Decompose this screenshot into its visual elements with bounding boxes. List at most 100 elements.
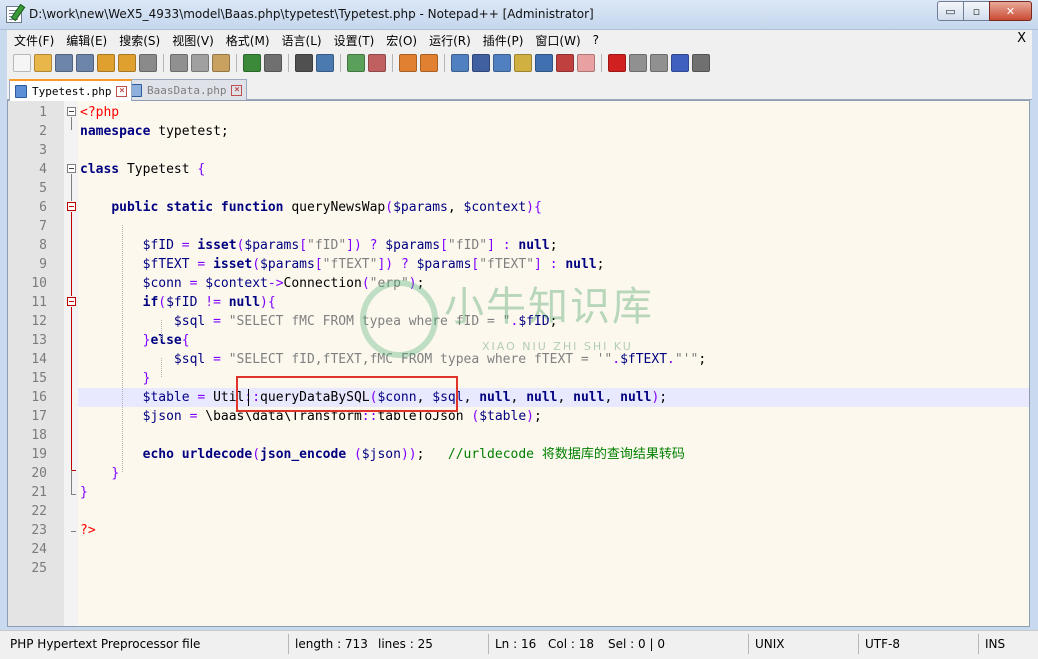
code-line[interactable]: 19 echo urldecode(json_encode ($json)); … [8,445,1029,464]
code-line[interactable]: 11 if($fID != null){ [8,293,1029,312]
play-macro-icon[interactable] [650,54,668,72]
close-document-button[interactable]: X [1017,31,1026,46]
code-text[interactable]: <?php [80,103,119,122]
redo-icon[interactable] [264,54,282,72]
document-map-icon[interactable] [535,54,553,72]
title-bar: D:\work\new\WeX5_4933\model\Baas.php\typ… [0,0,1038,30]
indent-guide-icon[interactable] [493,54,511,72]
menu-format[interactable]: 格式(M) [220,32,276,49]
minimize-button[interactable]: ▭ [937,1,963,21]
code-text[interactable]: echo urldecode(json_encode ($json)); //u… [80,445,685,464]
save-all-icon[interactable] [76,54,94,72]
fold-toggle-icon[interactable] [67,107,76,116]
fold-toggle-icon[interactable] [67,164,76,173]
save-icon[interactable] [55,54,73,72]
code-text[interactable]: $sql = "SELECT fID,fTEXT,fMC FROM typea … [80,350,706,369]
save-macro-icon[interactable] [692,54,710,72]
code-text[interactable]: $fID = isset($params["fID"]) ? $params["… [80,236,558,255]
tab-typetest[interactable]: Typetest.php × [9,79,133,101]
open-file-icon[interactable] [34,54,52,72]
toolbar [7,50,1032,76]
code-line[interactable]: 5 [8,179,1029,198]
code-line[interactable]: 10 $conn = $context->Connection("erp"); [8,274,1029,293]
menu-edit[interactable]: 编辑(E) [60,32,113,49]
menu-settings[interactable]: 设置(T) [328,32,381,49]
code-text[interactable]: public static function queryNewsWap($par… [80,198,542,217]
code-text[interactable]: ?> [80,521,96,540]
fold-line [71,174,72,201]
menu-help[interactable]: ? [587,33,605,47]
code-text[interactable]: }else{ [80,331,190,350]
code-text[interactable]: namespace typetest; [80,122,229,141]
undo-icon[interactable] [243,54,261,72]
paste-icon[interactable] [212,54,230,72]
code-line[interactable]: 1 <?php [8,103,1029,122]
print-icon[interactable] [139,54,157,72]
code-editor[interactable]: 1 <?php 2 namespace typetest; 3 4 class Typete… [7,100,1030,627]
tab-baasdata[interactable]: BaasData.php × [124,79,248,100]
code-line[interactable]: 18 [8,426,1029,445]
code-line[interactable]: 22 [8,502,1029,521]
zoom-out-icon[interactable] [368,54,386,72]
line-number: 10 [31,276,47,291]
run-macro-multiple-icon[interactable] [671,54,689,72]
toolbar-separator [392,54,393,72]
new-file-icon[interactable] [13,54,31,72]
stop-macro-icon[interactable] [629,54,647,72]
status-eol[interactable]: UNIX [752,634,785,654]
code-text[interactable]: $conn = $context->Connection("erp"); [80,274,425,293]
menu-search[interactable]: 搜索(S) [113,32,166,49]
find-icon[interactable] [295,54,313,72]
cut-icon[interactable] [170,54,188,72]
show-all-chars-icon[interactable] [472,54,490,72]
code-line[interactable]: 17 $json = \baas\data\Transform::tableTo… [8,407,1029,426]
zoom-in-icon[interactable] [347,54,365,72]
word-wrap-icon[interactable] [451,54,469,72]
record-macro-icon[interactable] [608,54,626,72]
code-text[interactable]: } [80,369,151,388]
code-line[interactable]: 20 } [8,464,1029,483]
code-line[interactable]: 6 public static function queryNewsWap($p… [8,198,1029,217]
code-text[interactable]: } [80,464,119,483]
notepadpp-app-icon[interactable] [6,6,22,23]
code-line[interactable]: 7 [8,217,1029,236]
menu-run[interactable]: 运行(R) [423,32,477,49]
menu-macro[interactable]: 宏(O) [380,32,423,49]
status-insert-mode[interactable]: INS [982,634,1005,654]
menu-window[interactable]: 窗口(W) [529,32,586,49]
code-line[interactable]: 25 [8,559,1029,578]
code-text[interactable]: if($fID != null){ [80,293,276,312]
code-line[interactable]: 4 class Typetest { [8,160,1029,179]
menu-plugins[interactable]: 插件(P) [477,32,530,49]
copy-icon[interactable] [191,54,209,72]
tab-close-icon[interactable]: × [116,85,128,97]
status-length: length : 713 [295,637,368,651]
replace-icon[interactable] [316,54,334,72]
tab-close-icon[interactable]: × [231,84,243,96]
code-line[interactable]: 24 [8,540,1029,559]
code-line[interactable]: 8 $fID = isset($params["fID"]) ? $params… [8,236,1029,255]
menu-view[interactable]: 视图(V) [166,32,220,49]
close-all-icon[interactable] [118,54,136,72]
code-line[interactable]: 9 $fTEXT = isset($params["fTEXT"]) ? $pa… [8,255,1029,274]
code-line[interactable]: 23 ?> [8,521,1029,540]
user-language-icon[interactable] [514,54,532,72]
close-file-icon[interactable] [97,54,115,72]
function-list-icon[interactable] [556,54,574,72]
status-encoding[interactable]: UTF-8 [862,634,900,654]
maximize-button[interactable]: ▫ [963,1,989,21]
code-text[interactable]: class Typetest { [80,160,205,179]
code-line[interactable]: 16 $table = Util::queryDataBySQL($conn, … [8,388,1029,407]
sync-horizontal-icon[interactable] [420,54,438,72]
menu-file[interactable]: 文件(F) [7,32,60,49]
code-text[interactable]: $sql = "SELECT fMC FROM typea where fID … [80,312,558,331]
folder-workspace-icon[interactable] [577,54,595,72]
code-text[interactable]: } [80,483,88,502]
code-text[interactable]: $fTEXT = isset($params["fTEXT"]) ? $para… [80,255,605,274]
code-line[interactable]: 2 namespace typetest; [8,122,1029,141]
sync-vertical-icon[interactable] [399,54,417,72]
code-line[interactable]: 21} [8,483,1029,502]
close-window-button[interactable]: ✕ [989,1,1032,21]
code-line[interactable]: 3 [8,141,1029,160]
menu-language[interactable]: 语言(L) [276,32,328,49]
